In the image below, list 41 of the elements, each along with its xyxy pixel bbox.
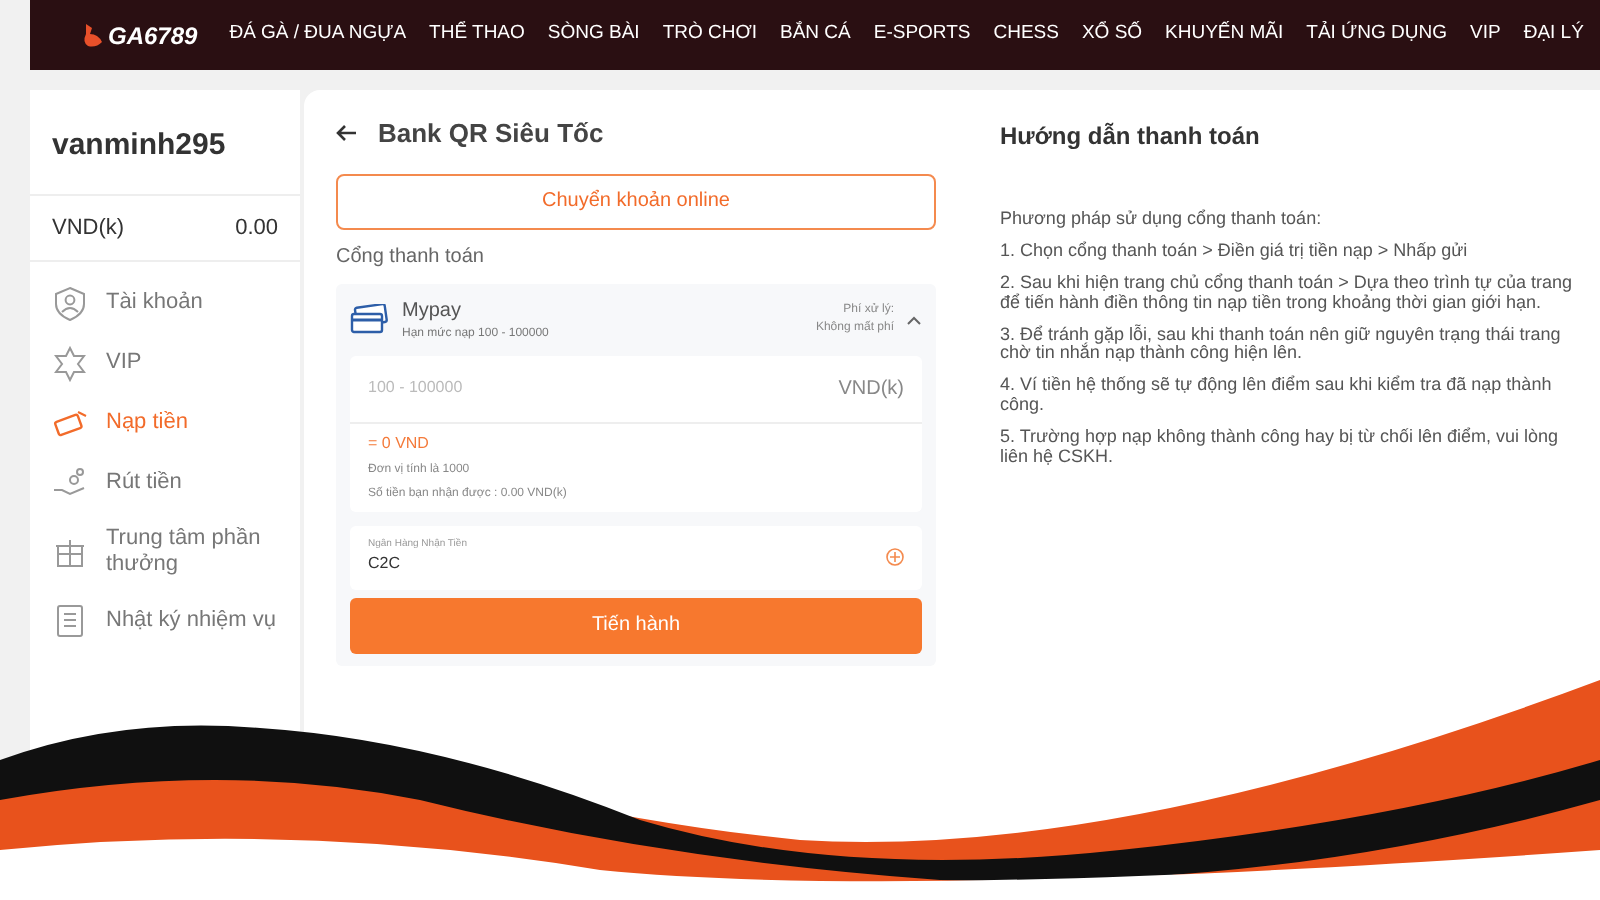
bank-field-value: C2C: [368, 552, 403, 577]
back-arrow-icon[interactable]: [336, 124, 358, 143]
nav-link[interactable]: ĐÁ GÀ / ĐUA NGỰA: [229, 20, 407, 50]
nav-link[interactable]: TRÒ CHƠI: [662, 20, 758, 50]
guide-step: 5. Trường hợp nạp không thành công hay bị từ chối lên điểm, vui lòng liên hệ CSKH.: [1000, 428, 1580, 468]
clipboard-list-icon: [52, 602, 88, 639]
balance-value: 0.00: [235, 213, 278, 243]
guide-step: 1. Chọn cổng thanh toán > Điền giá trị tiền nạp > Nhấp gửi: [1000, 241, 1580, 262]
page-title: Bank QR Siêu Tốc: [378, 116, 604, 152]
sidebar-menu-item[interactable]: Rút tiền: [30, 454, 300, 514]
chevron-icon[interactable]: [906, 313, 922, 325]
sidebar-menu-item[interactable]: Nhật ký nhiệm vụ: [30, 590, 300, 651]
currency-unit: VND(k): [838, 375, 904, 403]
nav-link[interactable]: TẢI ỨNG DỤNG: [1306, 20, 1448, 50]
guide-title: Hướng dẫn thanh toán: [1000, 120, 1262, 154]
shield-user-icon: [52, 286, 88, 322]
site-logo[interactable]: GA6789: [108, 17, 198, 53]
nav-link[interactable]: SÒNG BÀI: [547, 20, 640, 50]
guide-step: 4. Ví tiền hệ thống sẽ tự động lên điểm sau khi kiểm tra đã nạp thành công.: [1000, 376, 1580, 417]
gateway-label: Cổng thanh toán: [336, 243, 486, 271]
nav-link[interactable]: ĐẠI LÝ: [1523, 20, 1584, 50]
nav-link[interactable]: BẮN CÁ: [780, 20, 851, 50]
sidebar-menu-item[interactable]: Trung tâm phần thưởng: [30, 514, 300, 591]
nav-link[interactable]: KHUYẾN MÃI: [1165, 20, 1284, 50]
guide-intro: Phương pháp sử dụng cổng thanh toán:: [1000, 210, 1324, 230]
nav-link[interactable]: CHESS: [993, 20, 1059, 50]
sidebar-menu-item[interactable]: Tài khoản: [30, 274, 300, 334]
gateway-name: Mypay: [402, 297, 463, 325]
guide-step: 3. Để tránh gặp lỗi, sau khi thanh toán nên giữ nguyên trạng thái trang chờ tin nhắn nạp thành công hiện lên.: [1000, 325, 1580, 365]
nav-link[interactable]: THỂ THAO: [429, 20, 525, 50]
nav-link[interactable]: VIP: [1470, 20, 1501, 50]
username: vanminh295: [30, 90, 300, 195]
balance-label: VND(k): [52, 213, 125, 243]
converted-amount: = 0 VND: [368, 431, 431, 455]
sidebar-menu-item[interactable]: VIP: [30, 334, 300, 394]
cards-icon: [350, 303, 390, 335]
guide-step: 2. Sau khi hiện trang chủ cổng thanh toán > Dựa theo trình tự của trang để tiến hành điền thông tin nạp tiền trong khoảng thời gian giới hạn.: [1000, 273, 1580, 314]
nav-link[interactable]: E-SPORTS: [873, 20, 971, 50]
amount-input-field[interactable]: 100 - 100000: [368, 376, 608, 400]
nav-link[interactable]: XỔ SỐ: [1081, 20, 1143, 50]
gift-icon: [52, 534, 88, 571]
